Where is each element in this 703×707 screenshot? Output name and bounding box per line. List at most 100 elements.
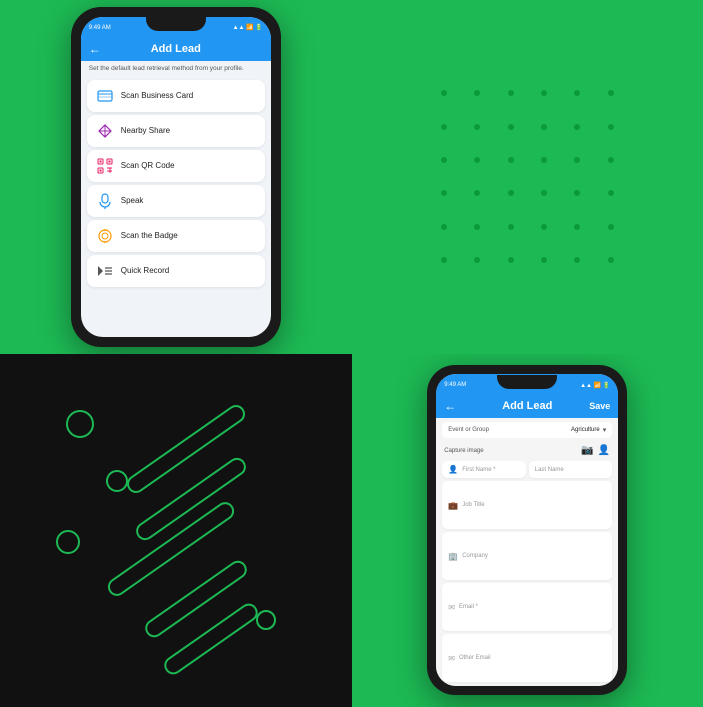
bottom-right-quadrant: 9:49 AM ▲▲ 📶 🔋 ← Add Lead Save Event or … (352, 354, 703, 707)
person-icon[interactable]: 👤 (598, 445, 610, 456)
dot (461, 143, 494, 176)
dot (461, 177, 494, 210)
event-row[interactable]: Event or Group Agriculture ▾ (442, 422, 612, 438)
last-name-field[interactable]: Last Name (529, 461, 613, 478)
back-arrow-icon[interactable]: ← (89, 42, 101, 56)
other-email-icon: ✉ (448, 654, 455, 663)
dot (561, 143, 594, 176)
dot (461, 110, 494, 143)
menu-list: Scan Business Card Nearby Share (81, 76, 271, 337)
dot (594, 110, 627, 143)
name-row: 👤 First Name * Last Name (442, 461, 612, 478)
status-icons-2: ▲▲ 📶 🔋 (580, 382, 610, 389)
email-field[interactable]: ✉ Email * (442, 583, 612, 631)
dot (561, 77, 594, 110)
dot (561, 177, 594, 210)
dot (427, 177, 460, 210)
phone-menu-screen: 9:49 AM ▲▲ 📶 🔋 ← Add Lead Set the defaul… (81, 17, 271, 337)
person-field-icon: 👤 (448, 465, 458, 474)
dot (494, 110, 527, 143)
dot (527, 243, 560, 276)
capture-label: Capture image (444, 448, 483, 454)
quick-record-icon (95, 261, 115, 281)
dot (527, 177, 560, 210)
other-email-placeholder: Other Email (459, 655, 491, 661)
dot (561, 243, 594, 276)
phone-subtitle: Set the default lead retrieval method fr… (81, 61, 271, 76)
dot (427, 110, 460, 143)
first-name-field[interactable]: 👤 First Name * (442, 461, 526, 478)
phone-notch-2 (497, 375, 557, 389)
status-time-2: 9:49 AM (444, 382, 466, 388)
capture-icons: 📷 👤 (581, 445, 610, 456)
dot (461, 243, 494, 276)
event-value: Agriculture (571, 427, 600, 433)
menu-item-scan-card[interactable]: Scan Business Card (87, 80, 265, 112)
building-icon: 🏢 (448, 552, 458, 561)
email-placeholder: Email * (459, 604, 478, 610)
dot (494, 210, 527, 243)
dot (594, 177, 627, 210)
company-field[interactable]: 🏢 Company (442, 532, 612, 580)
phone-form-frame: 9:49 AM ▲▲ 📶 🔋 ← Add Lead Save Event or … (427, 365, 627, 695)
circle-3 (56, 530, 80, 554)
dot (527, 143, 560, 176)
status-icons: ▲▲ 📶 🔋 (233, 24, 263, 31)
circle-4 (256, 610, 276, 630)
menu-item-scan-qr[interactable]: Scan QR Code (87, 150, 265, 182)
company-placeholder: Company (462, 553, 488, 559)
dot (561, 210, 594, 243)
dot (527, 77, 560, 110)
top-right-quadrant (352, 0, 703, 354)
email-icon: ✉ (448, 603, 455, 612)
other-email-field[interactable]: ✉ Other Email (442, 634, 612, 682)
dot (461, 77, 494, 110)
dot (594, 77, 627, 110)
first-name-placeholder: First Name * (462, 467, 495, 473)
scan-badge-label: Scan the Badge (121, 231, 178, 240)
dot (594, 243, 627, 276)
scan-qr-icon (95, 156, 115, 176)
phone-header-title: Add Lead (151, 43, 201, 55)
save-button[interactable]: Save (589, 401, 610, 411)
scan-card-label: Scan Business Card (121, 91, 193, 100)
last-name-placeholder: Last Name (535, 467, 564, 473)
back-arrow-2-icon[interactable]: ← (444, 399, 456, 413)
speak-icon (95, 191, 115, 211)
dot (594, 210, 627, 243)
dot (494, 143, 527, 176)
job-title-placeholder: Job Title (462, 502, 484, 508)
dot (494, 77, 527, 110)
phone-form-screen: 9:49 AM ▲▲ 📶 🔋 ← Add Lead Save Event or … (436, 374, 618, 686)
top-left-quadrant: 9:49 AM ▲▲ 📶 🔋 ← Add Lead Set the defaul… (0, 0, 352, 354)
dot (427, 77, 460, 110)
dot-pattern (427, 77, 627, 277)
dot (427, 210, 460, 243)
stripe-pattern (46, 390, 306, 670)
scan-qr-label: Scan QR Code (121, 161, 175, 170)
capture-row: Capture image 📷 👤 (442, 443, 612, 458)
phone-menu-frame: 9:49 AM ▲▲ 📶 🔋 ← Add Lead Set the defaul… (71, 7, 281, 347)
menu-item-quick-record[interactable]: Quick Record (87, 255, 265, 287)
camera-icon[interactable]: 📷 (581, 445, 593, 456)
menu-item-nearby-share[interactable]: Nearby Share (87, 115, 265, 147)
phone-form-header: ← Add Lead Save (436, 396, 618, 418)
briefcase-icon: 💼 (448, 501, 458, 510)
nearby-share-icon (95, 121, 115, 141)
scan-badge-icon (95, 226, 115, 246)
scan-card-icon (95, 86, 115, 106)
nearby-share-label: Nearby Share (121, 126, 170, 135)
dot (594, 143, 627, 176)
speak-label: Speak (121, 196, 144, 205)
menu-item-scan-badge[interactable]: Scan the Badge (87, 220, 265, 252)
phone-notch (146, 17, 206, 31)
dot (561, 110, 594, 143)
chevron-down-icon: ▾ (603, 426, 607, 434)
phone-header: ← Add Lead (81, 39, 271, 61)
dot (527, 210, 560, 243)
dot (494, 243, 527, 276)
menu-item-speak[interactable]: Speak (87, 185, 265, 217)
quick-record-label: Quick Record (121, 266, 169, 275)
circle-1 (66, 410, 94, 438)
job-title-field[interactable]: 💼 Job Title (442, 481, 612, 529)
